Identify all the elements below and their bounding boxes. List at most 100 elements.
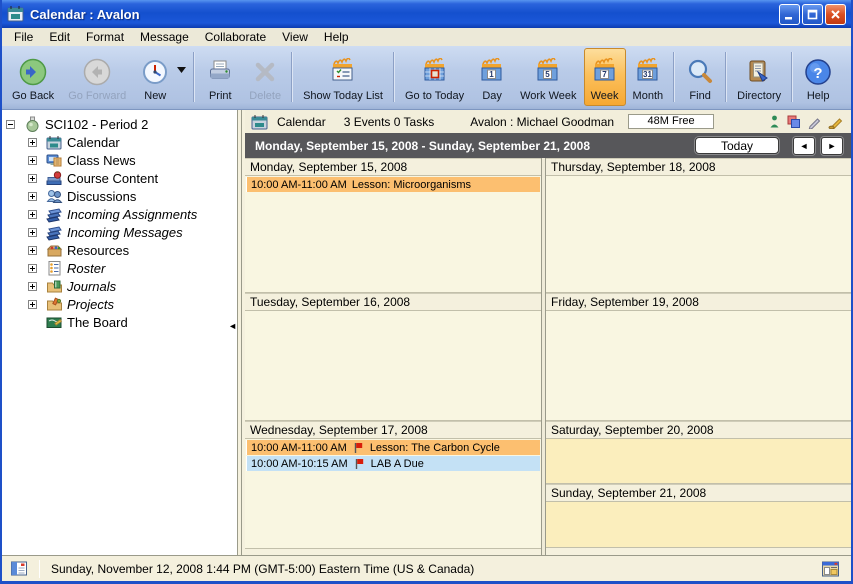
expand-box-icon[interactable] xyxy=(28,225,37,240)
pane-layout-icon[interactable] xyxy=(11,561,27,576)
sidebar-splitter[interactable] xyxy=(237,110,245,555)
svg-text:5: 5 xyxy=(546,70,551,79)
minimize-button[interactable] xyxy=(779,4,800,25)
event-time: 10:00 AM-10:15 AM xyxy=(251,458,348,470)
day-header-thursday: Thursday, September 18, 2008 xyxy=(546,158,851,176)
expand-box-icon[interactable] xyxy=(28,279,37,294)
expand-box-icon[interactable] xyxy=(28,207,37,222)
go-back-button[interactable]: Go Back xyxy=(5,48,61,106)
toolbar-separator xyxy=(193,52,195,102)
sidebar-tree: SCI102 - Period 2 Calendar Class News Co… xyxy=(2,110,237,555)
info-bar: Calendar 3 Events 0 Tasks Avalon : Micha… xyxy=(245,110,851,133)
expand-box-icon[interactable] xyxy=(28,297,37,312)
week-view-button[interactable]: 7 Week xyxy=(584,48,626,106)
delete-button[interactable]: Delete xyxy=(242,48,288,106)
directory-button[interactable]: Directory xyxy=(730,48,788,106)
folder-name: Calendar xyxy=(277,115,326,129)
menu-message[interactable]: Message xyxy=(132,28,197,46)
month-view-button[interactable]: 31 Month xyxy=(626,48,671,106)
expand-box-icon[interactable] xyxy=(28,171,37,186)
overlapping-windows-icon[interactable] xyxy=(787,115,801,129)
sidebar-item-class-news[interactable]: Class News xyxy=(2,151,237,169)
collapse-box-icon[interactable] xyxy=(6,117,15,132)
event-lab-a-due[interactable]: 10:00 AM-10:15 AM LAB A Due xyxy=(246,456,540,471)
menu-view[interactable]: View xyxy=(274,28,316,46)
go-to-today-button[interactable]: Go to Today xyxy=(398,48,471,106)
account-name: Avalon : Michael Goodman xyxy=(470,115,614,129)
today-button[interactable]: Today xyxy=(695,137,779,154)
find-icon xyxy=(685,55,715,89)
week-grid: Monday, September 15, 2008 10:00 AM-11:0… xyxy=(245,158,851,555)
expand-box-icon[interactable] xyxy=(28,135,37,150)
menu-file[interactable]: File xyxy=(6,28,41,46)
previous-week-button[interactable]: ◄ xyxy=(793,137,815,155)
form-view-icon[interactable] xyxy=(822,561,839,577)
sidebar-item-calendar[interactable]: Calendar xyxy=(2,133,237,151)
expand-box-icon[interactable] xyxy=(28,189,37,204)
menu-collaborate[interactable]: Collaborate xyxy=(197,28,274,46)
day-header-monday: Monday, September 15, 2008 xyxy=(245,158,541,176)
expand-box-icon[interactable] xyxy=(28,243,37,258)
maximize-button[interactable] xyxy=(802,4,823,25)
pencil-icon[interactable] xyxy=(808,115,821,129)
find-button[interactable]: Find xyxy=(678,48,722,106)
person-status-icon[interactable] xyxy=(769,115,780,129)
go-forward-button[interactable]: Go Forward xyxy=(61,48,133,106)
next-week-button[interactable]: ► xyxy=(821,137,843,155)
go-forward-icon xyxy=(82,55,112,89)
flag-icon xyxy=(355,458,364,470)
sidebar-item-projects[interactable]: Projects xyxy=(2,295,237,313)
sidebar-item-course-content[interactable]: Course Content xyxy=(2,169,237,187)
sidebar-item-journals[interactable]: Journals xyxy=(2,277,237,295)
gold-pen-icon[interactable] xyxy=(828,115,843,129)
new-dropdown-button[interactable] xyxy=(177,48,190,106)
calendar-day-icon: 1 xyxy=(478,55,506,89)
help-button[interactable]: ? Help xyxy=(796,48,840,106)
event-lesson-carbon-cycle[interactable]: 10:00 AM-11:00 AM Lesson: The Carbon Cyc… xyxy=(246,440,540,455)
sidebar-item-discussions[interactable]: Discussions xyxy=(2,187,237,205)
info-bar-icons xyxy=(769,115,845,129)
day-view-button[interactable]: 1 Day xyxy=(471,48,513,106)
expand-box-icon[interactable] xyxy=(28,261,37,276)
calendar-week-icon: 7 xyxy=(591,55,619,89)
folder-calendar-icon xyxy=(251,114,269,130)
show-today-list-button[interactable]: Show Today List xyxy=(296,48,390,106)
books-apple-icon xyxy=(45,170,63,187)
toolbar-separator xyxy=(673,52,675,102)
day-cell-wednesday[interactable]: 10:00 AM-11:00 AM Lesson: The Carbon Cyc… xyxy=(245,439,541,549)
work-week-view-button[interactable]: 5 Work Week xyxy=(513,48,583,106)
svg-text:1: 1 xyxy=(489,70,494,79)
week-range-label: Monday, September 15, 2008 - Sunday, Sep… xyxy=(255,139,590,153)
sidebar-item-the-board[interactable]: The Board xyxy=(2,313,237,331)
event-title: Lesson: Microorganisms xyxy=(352,179,471,191)
sidebar-item-roster[interactable]: Roster xyxy=(2,259,237,277)
event-lesson-microorganisms[interactable]: 10:00 AM-11:00 AM Lesson: Microorganisms xyxy=(246,177,540,192)
day-cell-saturday[interactable] xyxy=(546,439,851,484)
expand-box-icon[interactable] xyxy=(28,153,37,168)
day-cell-thursday[interactable] xyxy=(546,176,851,293)
close-button[interactable] xyxy=(825,4,846,25)
news-monitor-icon xyxy=(45,152,63,169)
roster-list-icon xyxy=(45,260,63,277)
new-button[interactable]: New xyxy=(133,48,177,106)
day-cell-friday[interactable] xyxy=(546,311,851,421)
svg-text:?: ? xyxy=(814,65,823,82)
sidebar-item-resources[interactable]: Resources xyxy=(2,241,237,259)
sidebar-item-incoming-messages[interactable]: Incoming Messages xyxy=(2,223,237,241)
day-cell-sunday[interactable] xyxy=(546,502,851,548)
stacked-books-icon xyxy=(45,206,63,223)
day-header-saturday: Saturday, September 20, 2008 xyxy=(546,421,851,439)
print-button[interactable]: Print xyxy=(198,48,242,106)
menu-format[interactable]: Format xyxy=(78,28,132,46)
day-cell-tuesday[interactable] xyxy=(245,311,541,421)
sidebar-item-incoming-assignments[interactable]: Incoming Assignments xyxy=(2,205,237,223)
menu-edit[interactable]: Edit xyxy=(41,28,78,46)
calendar-icon xyxy=(45,134,63,151)
app-window: Calendar : Avalon File Edit Format Messa… xyxy=(0,0,853,584)
flag-icon xyxy=(354,442,363,454)
week-range-bar: Monday, September 15, 2008 - Sunday, Sep… xyxy=(245,133,851,158)
tree-root-sci102[interactable]: SCI102 - Period 2 xyxy=(2,115,237,133)
day-cell-monday[interactable]: 10:00 AM-11:00 AM Lesson: Microorganisms xyxy=(245,176,541,293)
splitter-collapse-handle[interactable]: ◄ xyxy=(228,322,237,331)
menu-help[interactable]: Help xyxy=(316,28,357,46)
